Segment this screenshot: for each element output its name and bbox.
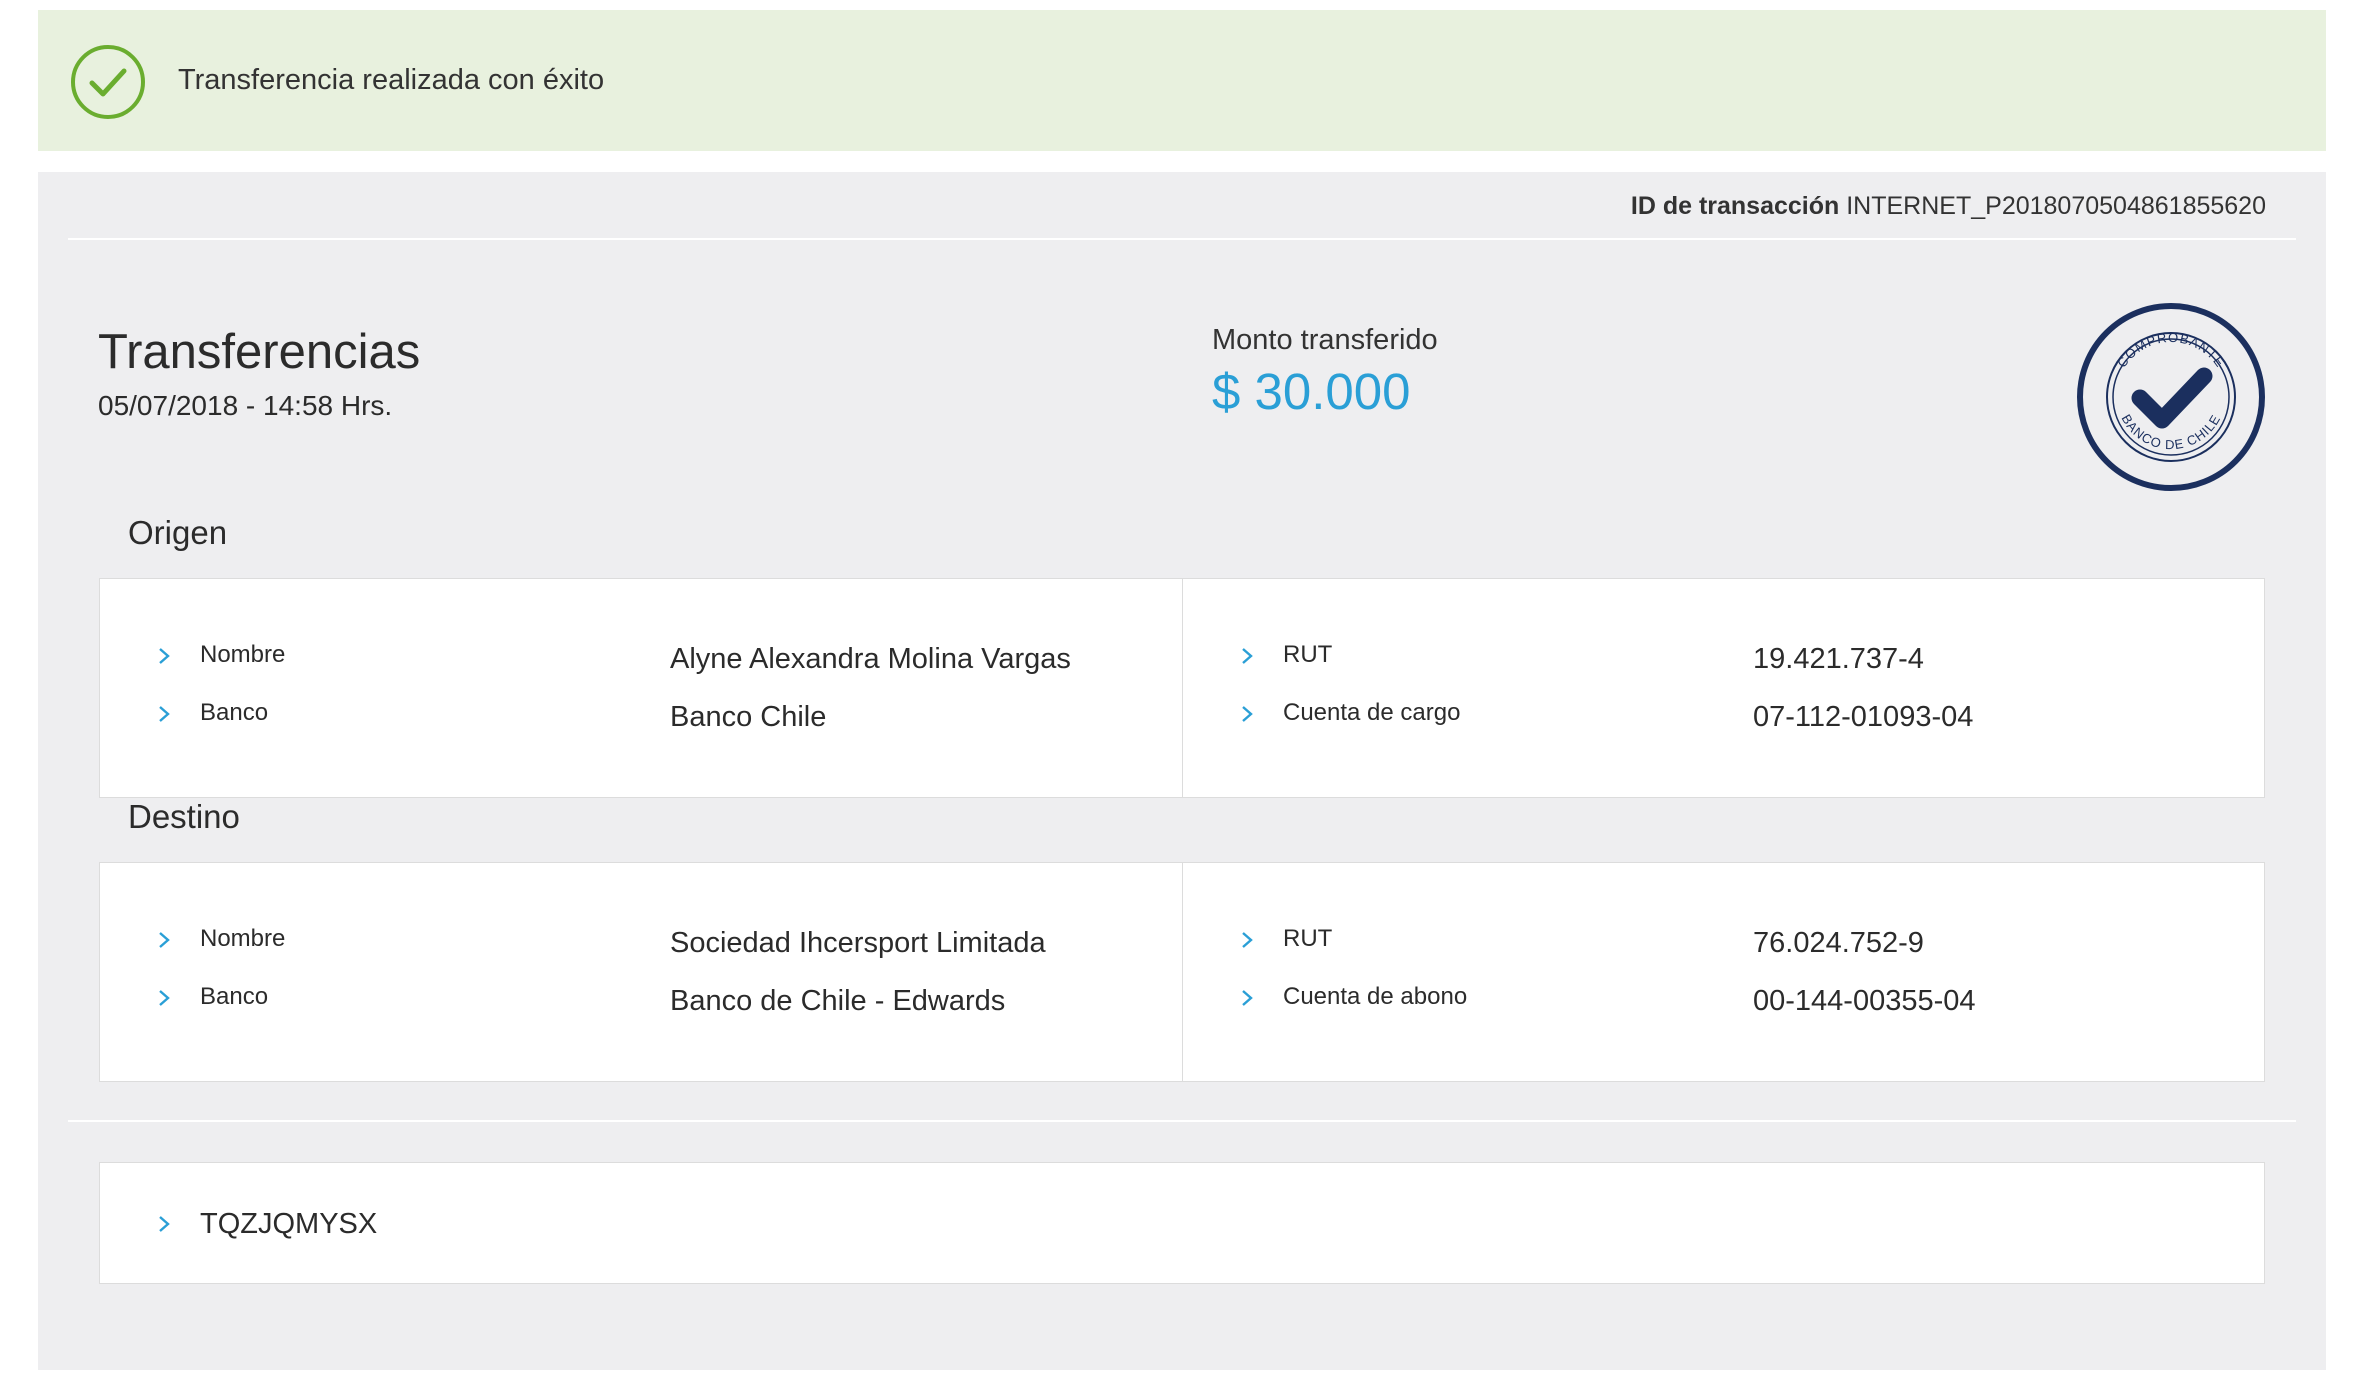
transaction-id-value: INTERNET_P2018070504861855620 — [1846, 192, 2266, 220]
info-row: Banco Banco de Chile - Edwards — [100, 983, 1182, 1023]
svg-text:COMPROBANTE: COMPROBANTE — [2114, 330, 2228, 370]
origin-right: RUT 19.421.737-4 Cuenta de cargo 07-112-… — [1182, 579, 2264, 797]
chevron-right-icon — [1242, 932, 1253, 948]
check-seal-icon: COMPROBANTE BANCO DE CHILE — [2077, 303, 2265, 491]
origin-card: Nombre Alyne Alexandra Molina Vargas Ban… — [99, 578, 2265, 798]
info-row: Nombre Alyne Alexandra Molina Vargas — [100, 641, 1182, 681]
chevron-right-icon — [159, 648, 170, 664]
chevron-right-icon — [1242, 990, 1253, 1006]
chevron-right-icon — [1242, 706, 1253, 722]
page-title: Transferencias — [98, 325, 421, 379]
verification-code: TQZJQMYSX — [200, 1208, 378, 1240]
success-message: Transferencia realizada con éxito — [178, 64, 605, 96]
divider — [68, 238, 2296, 240]
chevron-right-icon — [1242, 648, 1253, 664]
info-row: Nombre Sociedad Ihcersport Limitada — [100, 925, 1182, 965]
field-label: Cuenta de abono — [1283, 983, 1468, 1010]
field-value: 07-112-01093-04 — [1753, 701, 1974, 733]
transaction-id-label: ID de transacción — [1630, 192, 1840, 220]
field-value: 19.421.737-4 — [1753, 643, 1924, 675]
info-row: Banco Banco Chile — [100, 699, 1182, 739]
receipt-panel: ID de transacción INTERNET_P201807050486… — [38, 172, 2326, 1370]
chevron-right-icon — [159, 706, 170, 722]
field-label: RUT — [1283, 925, 1333, 952]
field-value: 00-144-00355-04 — [1753, 985, 1976, 1017]
field-label: Banco — [200, 983, 269, 1010]
transfer-date: 05/07/2018 - 14:58 Hrs. — [98, 390, 393, 421]
chevron-right-icon — [159, 932, 170, 948]
field-value: Banco Chile — [670, 701, 827, 733]
check-circle-icon — [71, 45, 145, 119]
info-row: RUT 76.024.752-9 — [1183, 925, 2264, 965]
destination-right: RUT 76.024.752-9 Cuenta de abono 00-144-… — [1182, 863, 2264, 1081]
field-value: Banco de Chile - Edwards — [670, 985, 1006, 1017]
field-label: Nombre — [200, 641, 286, 668]
field-label: Cuenta de cargo — [1283, 699, 1461, 726]
section-title-destination: Destino — [128, 798, 240, 835]
divider — [68, 1120, 2296, 1122]
amount-value: $ 30.000 — [1212, 363, 1411, 420]
amount-label: Monto transferido — [1212, 324, 1438, 356]
section-title-origin: Origen — [128, 514, 228, 551]
field-value: 76.024.752-9 — [1753, 927, 1924, 959]
field-label: Nombre — [200, 925, 286, 952]
field-value: Sociedad Ihcersport Limitada — [670, 927, 1046, 959]
transaction-id: ID de transacción INTERNET_P201807050486… — [1631, 192, 2266, 221]
field-value: Alyne Alexandra Molina Vargas — [670, 643, 1071, 675]
chevron-right-icon — [159, 1216, 170, 1232]
field-label: Banco — [200, 699, 269, 726]
info-row: RUT 19.421.737-4 — [1183, 641, 2264, 681]
destination-card: Nombre Sociedad Ihcersport Limitada Banc… — [99, 862, 2265, 1082]
destination-left: Nombre Sociedad Ihcersport Limitada Banc… — [100, 863, 1182, 1081]
seal-top-text: COMPROBANTE — [2114, 330, 2227, 370]
info-row: Cuenta de cargo 07-112-01093-04 — [1183, 699, 2264, 739]
success-banner: Transferencia realizada con éxito — [38, 10, 2326, 151]
origin-left: Nombre Alyne Alexandra Molina Vargas Ban… — [100, 579, 1182, 797]
chevron-right-icon — [159, 990, 170, 1006]
info-row: Cuenta de abono 00-144-00355-04 — [1183, 983, 2264, 1023]
field-label: RUT — [1283, 641, 1333, 668]
code-card: TQZJQMYSX — [99, 1162, 2265, 1284]
